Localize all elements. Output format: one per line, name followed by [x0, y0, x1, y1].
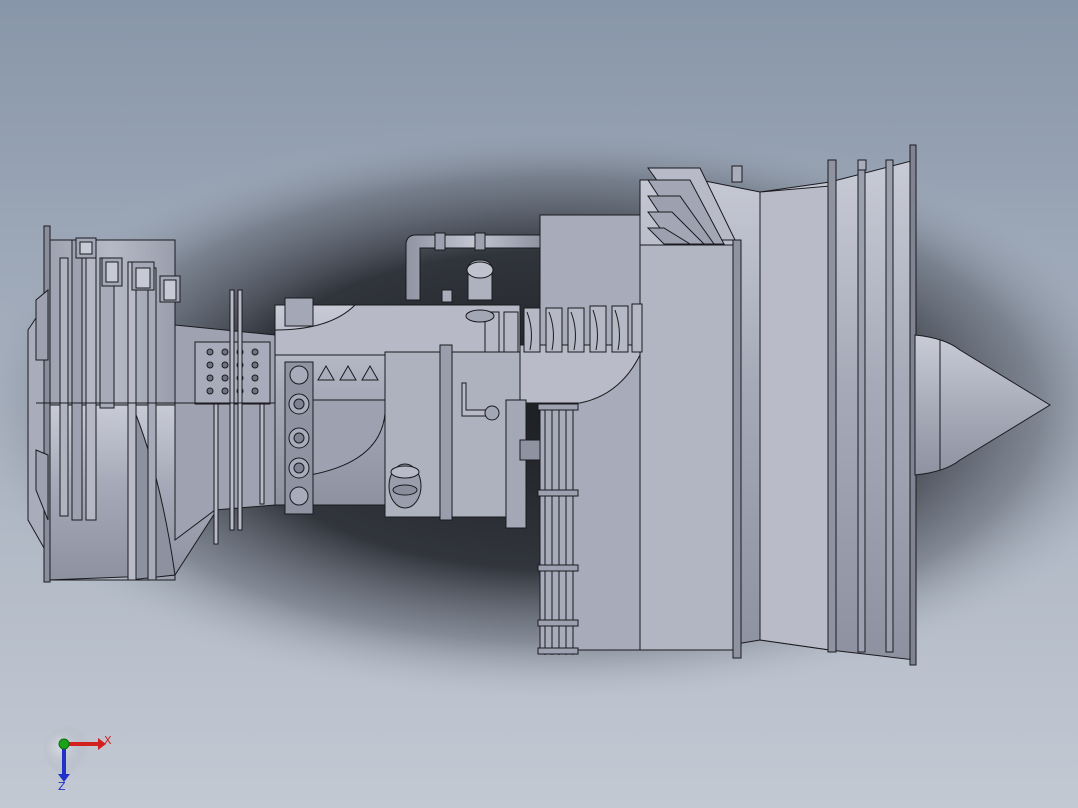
exhaust-ring-2 — [827, 159, 837, 653]
coordinate-triad[interactable]: X Z — [40, 722, 130, 802]
exhaust-mid-panel — [639, 244, 736, 651]
exhaust-flare — [759, 185, 831, 651]
exhaust-top-nub-2 — [857, 159, 867, 171]
exhaust-ring-1 — [732, 239, 742, 659]
x-axis-label: X — [104, 734, 112, 747]
combustor-boss — [441, 289, 453, 303]
exhaust-ring-3 — [857, 159, 866, 653]
graphics-viewport[interactable]: X Z — [0, 0, 1078, 808]
exhaust-ring-4 — [885, 159, 894, 653]
inlet-flange — [43, 225, 51, 583]
exhaust-top-nub — [731, 165, 743, 183]
z-axis-label: Z — [58, 780, 66, 793]
combustor-top-bracket — [284, 297, 314, 327]
combustor-swirlers — [317, 364, 379, 381]
triad-background — [44, 726, 92, 774]
combustor-joint — [505, 399, 527, 529]
exhaust-front-panel — [539, 214, 641, 651]
combustor-flange — [439, 344, 453, 521]
engine-3d-view[interactable] — [0, 0, 1078, 808]
combustor-joint-2 — [519, 439, 541, 461]
y-axis-dot — [58, 738, 70, 750]
